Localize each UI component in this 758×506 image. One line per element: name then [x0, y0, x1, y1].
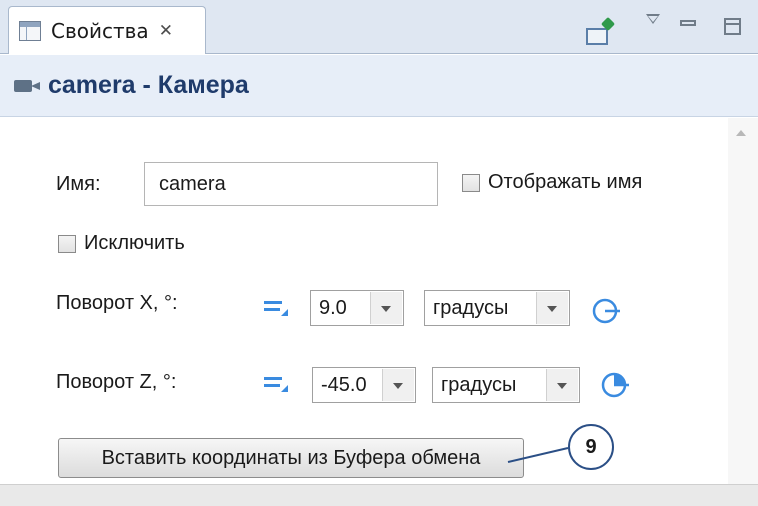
- rotation-z-value: -45.0: [321, 374, 367, 396]
- vertical-scrollbar[interactable]: [728, 118, 758, 484]
- expression-mode-x-icon[interactable]: [264, 298, 288, 316]
- rotation-z-value-combo[interactable]: -45.0: [312, 367, 416, 403]
- pin-view-icon[interactable]: [586, 28, 608, 45]
- rotation-z-gauge-icon[interactable]: [600, 370, 630, 400]
- show-name-label: Отображать имя: [488, 171, 643, 193]
- exclude-label: Исключить: [84, 232, 185, 254]
- maximize-icon[interactable]: [724, 18, 741, 35]
- panel-bottom-edge: [0, 484, 758, 506]
- camera-icon: [14, 78, 42, 94]
- name-label: Имя:: [56, 173, 101, 195]
- properties-header: camera - Камера: [0, 55, 758, 117]
- rotation-x-unit-select[interactable]: градусы: [424, 290, 570, 326]
- rotation-z-unit: градусы: [441, 374, 517, 396]
- view-menu-icon[interactable]: [646, 14, 660, 24]
- rotation-x-value-combo[interactable]: 9.0: [310, 290, 404, 326]
- chevron-down-icon[interactable]: [370, 292, 402, 324]
- chevron-down-icon[interactable]: [546, 369, 578, 401]
- paste-coordinates-button[interactable]: Вставить координаты из Буфера обмена: [58, 438, 524, 478]
- callout-number: 9: [585, 435, 597, 458]
- chevron-down-icon[interactable]: [382, 369, 414, 401]
- close-tab-icon[interactable]: ✕: [159, 21, 173, 41]
- tab-properties-label: Свойства: [51, 18, 149, 43]
- rotation-x-gauge-icon[interactable]: [592, 296, 622, 326]
- view-tab-bar: Свойства ✕: [0, 0, 758, 54]
- callout-badge: 9: [568, 424, 614, 470]
- properties-view-icon: [19, 20, 41, 41]
- page-title: camera - Камера: [48, 71, 249, 99]
- tab-properties[interactable]: Свойства ✕: [8, 6, 206, 54]
- name-input[interactable]: [144, 162, 438, 206]
- show-name-checkbox[interactable]: [462, 174, 480, 192]
- rotation-x-value: 9.0: [319, 297, 347, 319]
- rotation-x-unit: градусы: [433, 297, 509, 319]
- scroll-up-arrow-icon[interactable]: [736, 130, 746, 136]
- chevron-down-icon[interactable]: [536, 292, 568, 324]
- rotation-z-unit-select[interactable]: градусы: [432, 367, 580, 403]
- minimize-icon[interactable]: [680, 20, 696, 26]
- exclude-checkbox[interactable]: [58, 235, 76, 253]
- expression-mode-z-icon[interactable]: [264, 374, 288, 392]
- rotation-x-label: Поворот X, °:: [56, 292, 178, 314]
- rotation-z-label: Поворот Z, °:: [56, 371, 177, 393]
